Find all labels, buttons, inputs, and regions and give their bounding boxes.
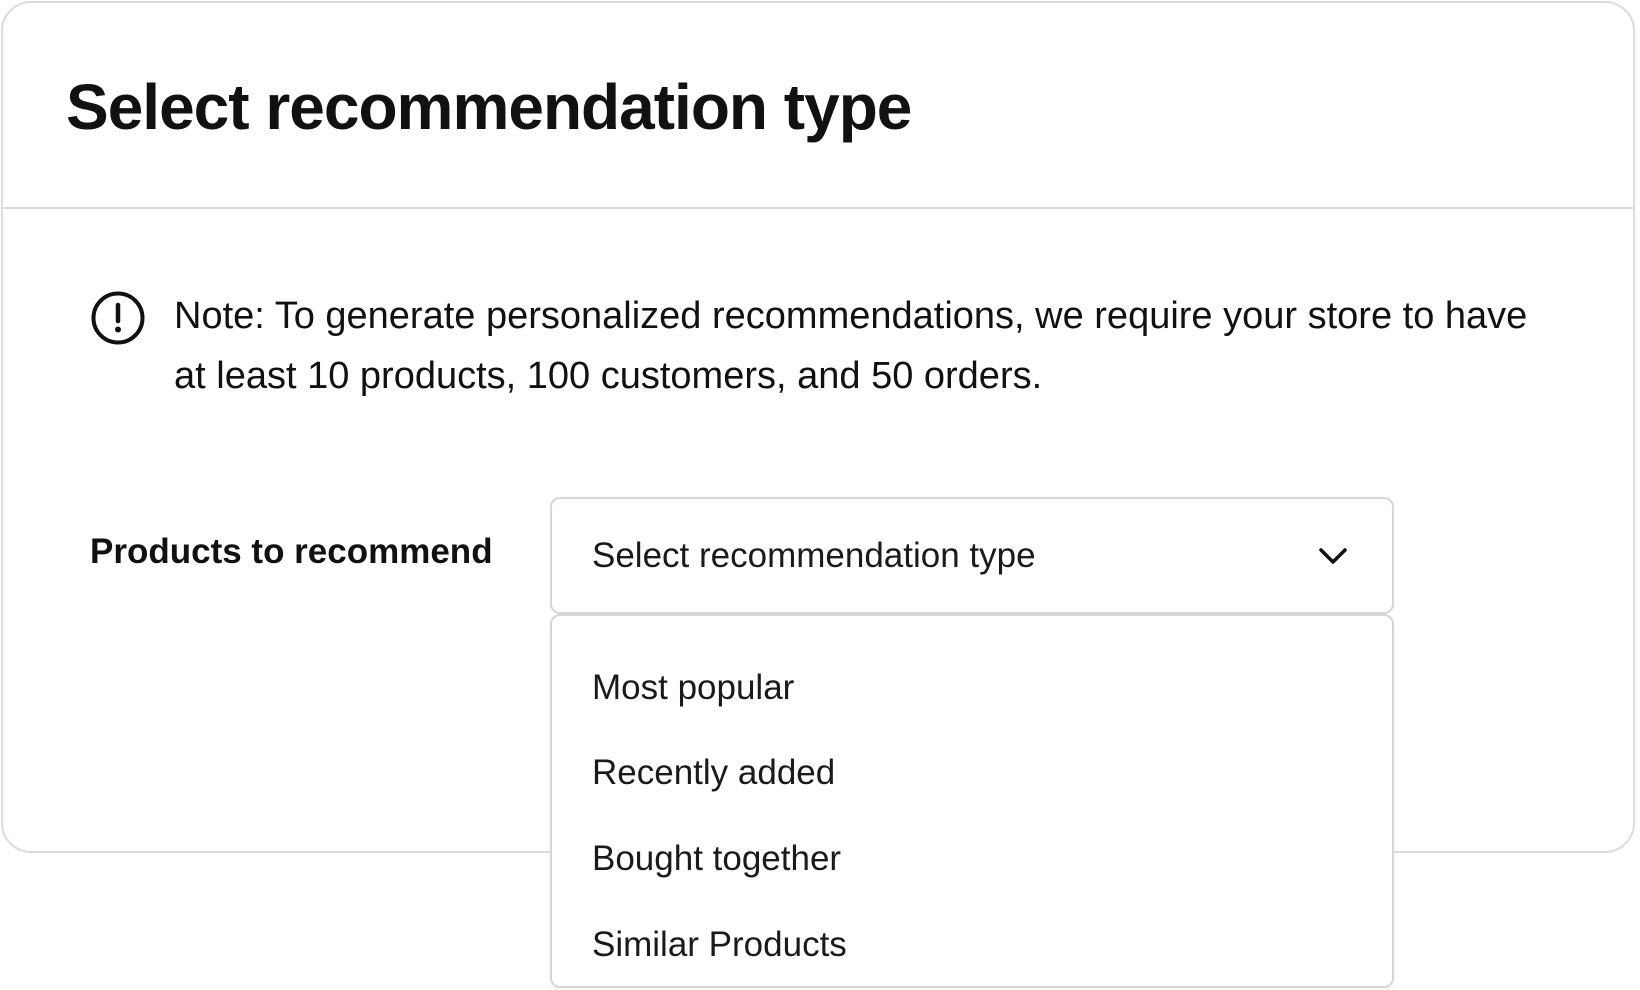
- page: Select recommendation type Note: To gene…: [0, 0, 1640, 990]
- page-title: Select recommendation type: [66, 71, 912, 143]
- card-header: Select recommendation type: [3, 3, 1633, 209]
- alert-circle-icon: [91, 291, 145, 345]
- option-similar-products[interactable]: Similar Products: [552, 902, 1392, 988]
- recommendation-type-select[interactable]: Select recommendation type: [550, 497, 1394, 614]
- option-recently-added[interactable]: Recently added: [552, 730, 1392, 816]
- option-bought-together[interactable]: Bought together: [552, 816, 1392, 902]
- select-value: Select recommendation type: [592, 535, 1036, 575]
- recommendation-type-dropdown: Most popular Recently added Bought toget…: [550, 614, 1394, 988]
- option-most-popular[interactable]: Most popular: [552, 646, 1392, 730]
- products-to-recommend-label: Products to recommend: [90, 532, 493, 571]
- note-text: Note: To generate personalized recommend…: [174, 295, 1528, 397]
- note-banner: Note: To generate personalized recommend…: [90, 286, 1530, 406]
- chevron-down-icon[interactable]: [1316, 539, 1350, 573]
